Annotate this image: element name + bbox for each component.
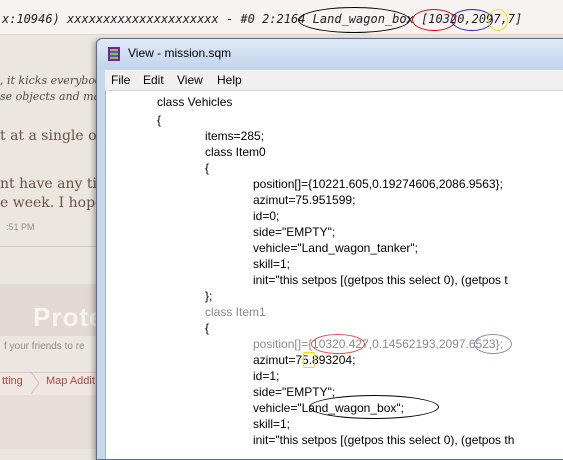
code-item0-close: }; [205, 289, 213, 303]
vehicle-name-circle-mark [309, 395, 439, 419]
code-item0-open: { [205, 161, 210, 175]
y-value-circle-mark [474, 334, 512, 354]
menu-file[interactable]: File [111, 73, 130, 87]
code-class-item0: class Item0 [205, 145, 266, 159]
log-bracket-close: ] [515, 12, 523, 26]
code-item1-skill: skill=1; [253, 417, 291, 431]
code-item1-side: side="EMPTY"; [253, 385, 336, 399]
notepad-window: View - mission.sqm File Edit View Help c… [96, 38, 563, 460]
code-item0-azimut: azimut=75.951599; [253, 193, 356, 207]
code-item0-skill: skill=1; [253, 257, 291, 271]
bg-footer [0, 395, 100, 449]
menu-view[interactable]: View [177, 73, 203, 87]
log-prefix: x:10946) xxxxxxxxxxxxxxxxxxxxx - #0 2:21… [2, 12, 313, 26]
x-value-circle-mark [311, 334, 365, 354]
chevron-right-icon [30, 372, 40, 394]
protect-watermark: Prote [33, 302, 105, 332]
z-value-box-mark [303, 352, 315, 368]
code-open-brace: { [157, 113, 162, 127]
code-item1-open: { [205, 321, 210, 335]
title-bar[interactable]: View - mission.sqm [97, 39, 563, 69]
bg-serif-line-2: nt have any tim [0, 176, 111, 192]
bg-share-hint: f your friends to re [4, 341, 85, 352]
log-z-value: 7 [507, 12, 516, 26]
code-items: items=285; [205, 129, 265, 143]
bg-timestamp: :51 PM [6, 222, 35, 232]
divider [0, 246, 100, 247]
bg-italic-line-2: se objects and map [0, 90, 108, 103]
menu-help[interactable]: Help [217, 73, 242, 87]
notepad-icon [108, 47, 120, 61]
code-item0-side: side="EMPTY"; [253, 225, 336, 239]
x-circle-mark [412, 9, 456, 31]
code-item1-init: init="this setpos [(getpos this select 0… [253, 433, 515, 447]
y-circle-mark [451, 9, 493, 31]
z-circle-mark [488, 9, 508, 31]
menu-bar: File Edit View Help [105, 70, 563, 91]
text-editor[interactable]: class Vehicles { items=285; class Item0 … [105, 91, 563, 459]
name-circle-mark [298, 7, 410, 33]
code-item0-position: position[]={10221.605,0.19274606,2086.95… [253, 177, 503, 191]
code-item0-init: init="this setpos [(getpos this select 0… [253, 273, 508, 287]
nav-item-setting[interactable]: tting [2, 375, 23, 387]
bg-italic-line-1: , it kicks everybod [0, 74, 102, 87]
nav-item-map-addit[interactable]: Map Addit [46, 375, 95, 387]
menu-edit[interactable]: Edit [143, 73, 164, 87]
code-item1-position: position[]={10320.427,0.14562193,2097.65… [253, 337, 503, 351]
window-title: View - mission.sqm [128, 46, 232, 60]
code-item1-id: id=1; [253, 369, 280, 383]
code-class-item1: class Item1 [205, 305, 266, 319]
code-item0-id: id=0; [253, 209, 280, 223]
code-item0-vehicle: vehicle="Land_wagon_tanker"; [253, 241, 418, 255]
code-class-vehicles: class Vehicles [157, 95, 233, 109]
